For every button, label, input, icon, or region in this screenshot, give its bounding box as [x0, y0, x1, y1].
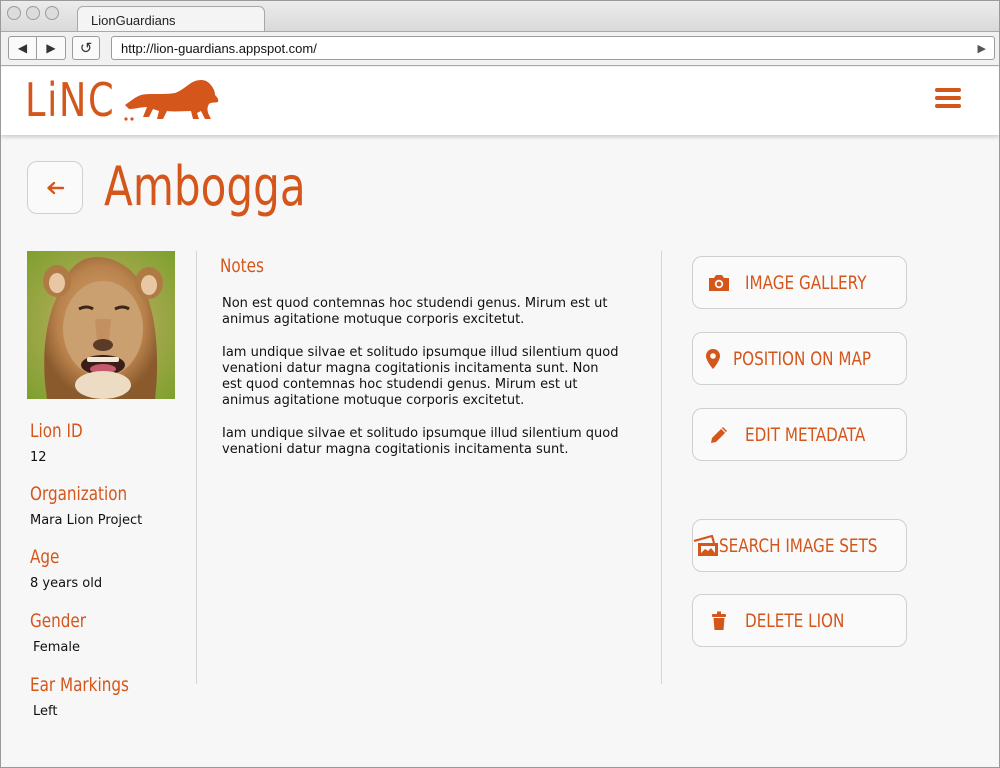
map-pin-icon	[693, 348, 733, 370]
hamburger-menu-icon[interactable]	[935, 88, 961, 108]
camera-icon	[693, 273, 745, 293]
attr-label: Ear Markings	[30, 674, 129, 696]
address-bar[interactable]: http://lion-guardians.appspot.com/ ▶	[111, 36, 995, 60]
attr-label: Gender	[30, 610, 87, 632]
attr-label: Lion ID	[30, 420, 83, 442]
notes-title: Notes	[220, 255, 264, 277]
column-divider	[661, 251, 662, 684]
trash-icon	[693, 611, 745, 631]
attr-lion-id: Lion ID 12	[30, 420, 96, 465]
browser-reload-button[interactable]: ↺	[72, 36, 100, 60]
attr-value: Left	[33, 704, 58, 719]
back-button[interactable]	[27, 161, 83, 214]
close-window-button[interactable]	[7, 6, 21, 20]
action-label: IMAGE GALLERY	[745, 271, 867, 294]
browser-toolbar: ◀ ▶ ↺ http://lion-guardians.appspot.com/…	[1, 31, 999, 66]
browser-tab[interactable]: LionGuardians	[77, 6, 265, 32]
action-label: POSITION ON MAP	[733, 347, 872, 370]
browser-window: LionGuardians ◀ ▶ ↺ http://lion-guardian…	[0, 0, 1000, 768]
search-image-sets-button[interactable]: SEARCH IMAGE SETS	[692, 519, 907, 572]
maximize-window-button[interactable]	[45, 6, 59, 20]
action-label: EDIT METADATA	[745, 423, 866, 446]
position-on-map-button[interactable]: POSITION ON MAP	[692, 332, 907, 385]
notes-paragraph: Non est quod contemnas hoc studendi genu…	[222, 296, 608, 328]
column-divider	[196, 251, 197, 684]
notes-paragraph: Iam undique silvae et solitudo ipsumque …	[222, 344, 619, 409]
delete-lion-button[interactable]: DELETE LION	[692, 594, 907, 647]
lion-photo	[27, 251, 175, 399]
pencil-icon	[693, 425, 745, 445]
attr-value: Mara Lion Project	[30, 513, 143, 528]
attr-gender: Gender Female	[30, 610, 100, 655]
notes-paragraph: Iam undique silvae et solitudo ipsumque …	[222, 425, 619, 458]
image-sets-icon	[693, 534, 719, 557]
attr-ear-markings: Ear Markings Left	[30, 674, 154, 719]
logo-text: LiNC	[25, 73, 116, 127]
image-gallery-button[interactable]: IMAGE GALLERY	[692, 256, 907, 309]
action-label: SEARCH IMAGE SETS	[719, 534, 878, 557]
attr-label: Organization	[30, 483, 128, 505]
attr-value: 8 years old	[30, 576, 103, 591]
attr-value: Female	[33, 640, 81, 655]
lion-silhouette-icon	[124, 80, 219, 121]
arrow-left-icon	[47, 181, 65, 194]
browser-titlebar: LionGuardians	[1, 1, 999, 32]
attr-organization: Organization Mara Lion Project	[30, 483, 151, 528]
linc-logo[interactable]: LiNC	[25, 75, 225, 131]
app-header: LiNC	[1, 67, 999, 135]
attr-label: Age	[30, 546, 60, 568]
browser-back-button[interactable]: ◀	[8, 36, 37, 60]
attr-value: 12	[30, 450, 47, 465]
minimize-window-button[interactable]	[26, 6, 40, 20]
notes-body: Non est quod contemnas hoc studendi genu…	[222, 296, 622, 474]
action-label: DELETE LION	[745, 609, 845, 632]
address-url: http://lion-guardians.appspot.com/	[121, 41, 317, 56]
go-button[interactable]: ▶	[978, 42, 986, 55]
page-title: Ambogga	[104, 155, 306, 218]
browser-forward-button[interactable]: ▶	[37, 36, 66, 60]
attr-age: Age 8 years old	[30, 546, 102, 591]
edit-metadata-button[interactable]: EDIT METADATA	[692, 408, 907, 461]
